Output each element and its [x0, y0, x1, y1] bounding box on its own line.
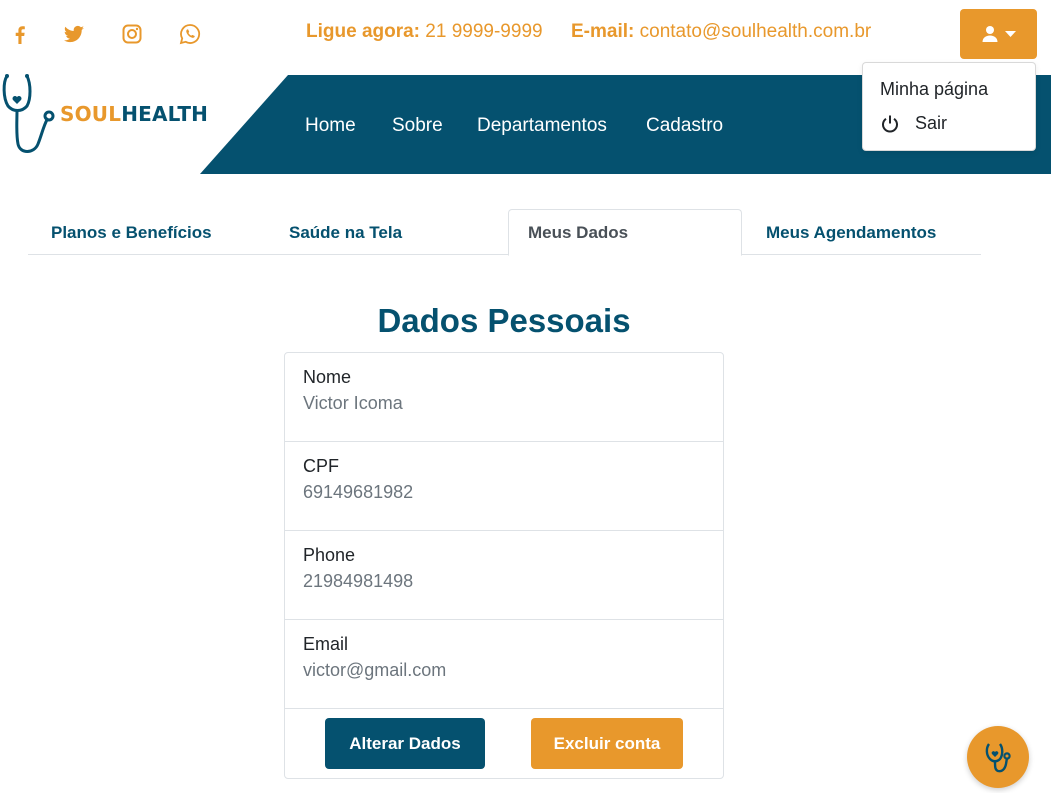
nav-departamentos[interactable]: Departamentos	[477, 115, 607, 137]
page: Ligue agora: 21 9999-9999 E-mail: contat…	[0, 0, 1051, 793]
field-label: Nome	[303, 367, 352, 387]
power-icon	[882, 115, 898, 132]
dropdown-item-sair[interactable]: Sair	[880, 113, 947, 134]
brand-soul: SOUL	[60, 102, 122, 126]
floating-stethoscope-button[interactable]	[967, 726, 1029, 788]
field-label: CPF	[303, 456, 339, 476]
chevron-down-icon	[1005, 31, 1016, 37]
profile-card: Nome Victor Icoma CPF 69149681982 Phone …	[284, 352, 724, 779]
twitter-icon[interactable]	[62, 22, 86, 46]
field-label: Email	[303, 634, 349, 654]
field-value: 69149681982	[303, 482, 414, 502]
contact-email: E-mail: contato@soulhealth.com.br	[571, 21, 871, 43]
tab-planos-beneficios[interactable]: Planos e Benefícios	[51, 223, 212, 243]
user-dropdown-menu: Minha página Sair	[862, 62, 1036, 151]
brand-health: HEALTH	[121, 102, 209, 126]
field-nome: Nome Victor Icoma	[285, 353, 723, 442]
user-icon	[982, 26, 998, 42]
field-cpf: CPF 69149681982	[285, 442, 723, 531]
field-value: Victor Icoma	[303, 393, 403, 413]
page-title: Dados Pessoais	[377, 302, 631, 339]
email-label: E-mail:	[571, 21, 635, 42]
whatsapp-icon[interactable]	[178, 22, 202, 46]
field-value: victor@gmail.com	[303, 660, 447, 680]
field-email: Email victor@gmail.com	[285, 620, 723, 709]
stethoscope-icon	[985, 743, 1011, 773]
field-value: 21984981498	[303, 571, 414, 591]
field-label: Phone	[303, 545, 356, 565]
dropdown-item-label: Minha página	[880, 79, 989, 99]
tab-meus-dados-label: Meus Dados	[528, 223, 629, 242]
instagram-icon[interactable]	[120, 22, 144, 46]
user-menu-button[interactable]	[960, 9, 1037, 59]
brand-wordmark[interactable]: SOULHEALTH	[60, 102, 208, 126]
phone-value[interactable]: 21 9999-9999	[425, 21, 542, 42]
tab-saude-na-tela[interactable]: Saúde na Tela	[289, 223, 402, 243]
nav-sobre[interactable]: Sobre	[392, 115, 443, 137]
tab-meus-agendamentos[interactable]: Meus Agendamentos	[766, 223, 936, 243]
tabs-divider	[28, 254, 981, 255]
dropdown-item-label: Sair	[915, 113, 948, 133]
phone-label: Ligue agora:	[306, 21, 421, 42]
field-phone: Phone 21984981498	[285, 531, 723, 620]
nav-cadastro[interactable]: Cadastro	[646, 115, 723, 137]
edit-data-button[interactable]: Alterar Dados	[325, 718, 485, 769]
email-value[interactable]: contato@soulhealth.com.br	[640, 21, 872, 42]
delete-account-button[interactable]: Excluir conta	[531, 718, 683, 769]
nav-home[interactable]: Home	[305, 115, 356, 137]
contact-phone: Ligue agora: 21 9999-9999	[306, 21, 543, 43]
facebook-icon[interactable]	[8, 22, 32, 46]
dropdown-item-minha-pagina[interactable]: Minha página	[880, 79, 988, 100]
tab-meus-dados[interactable]: Meus Dados	[508, 209, 742, 256]
